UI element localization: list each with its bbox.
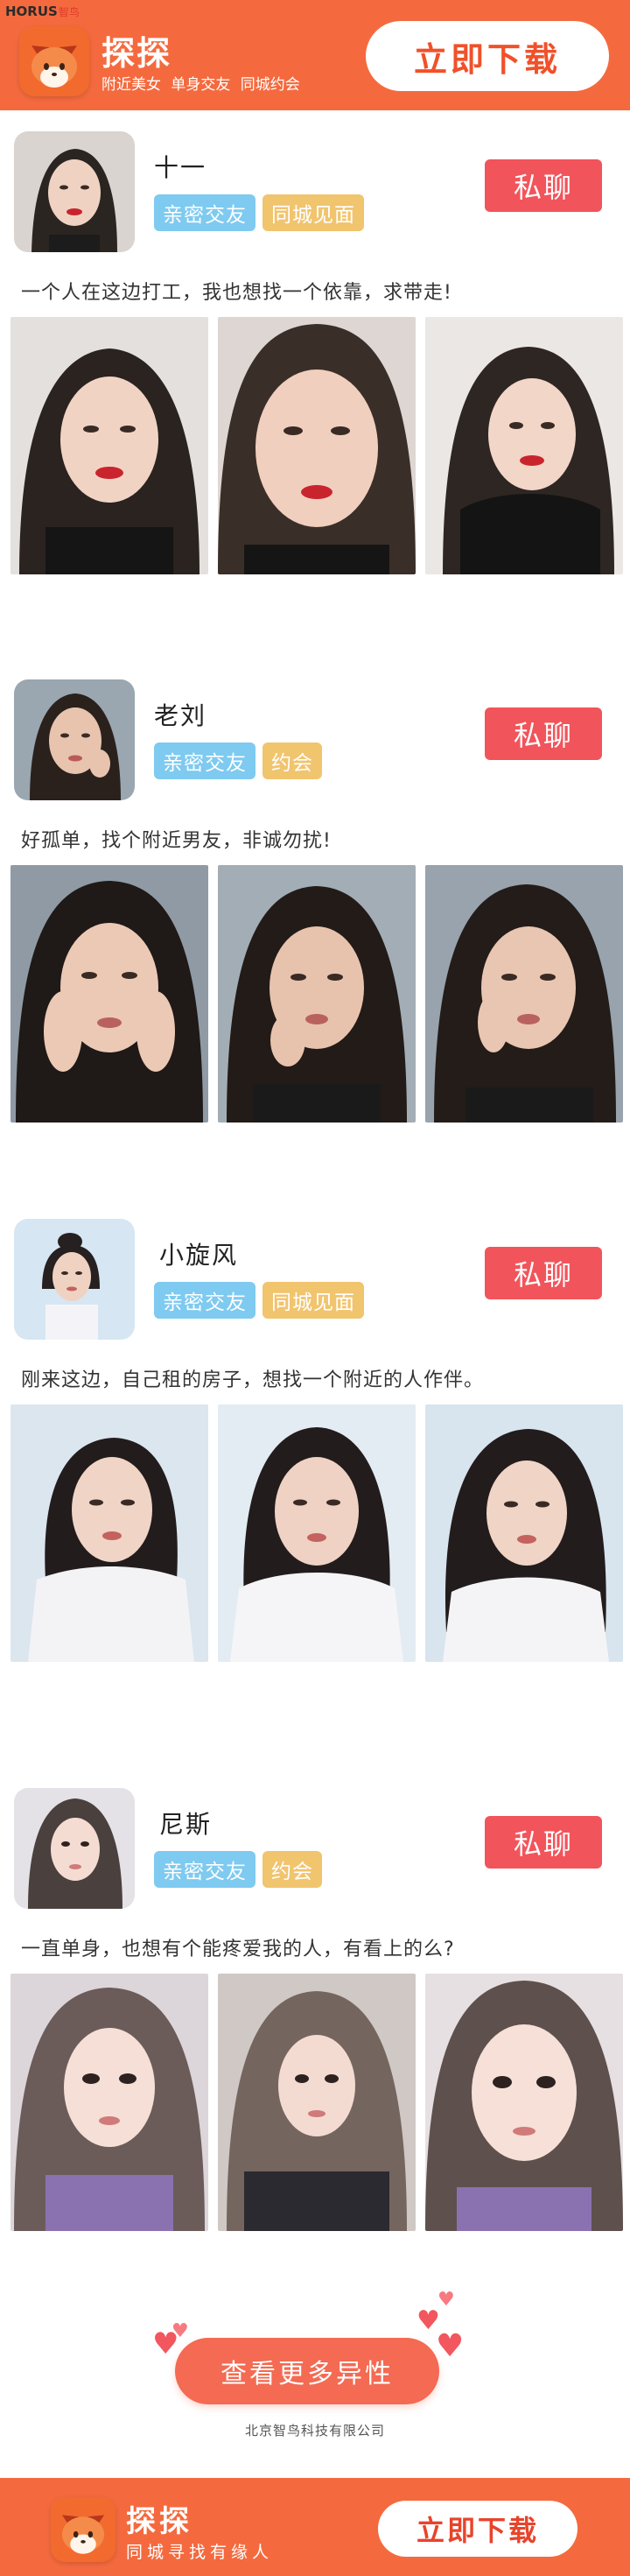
photo-row [10,1974,623,2231]
photo-row [10,317,623,574]
download-button[interactable]: 立即下载 [366,21,609,91]
private-chat-button[interactable]: 私聊 [485,159,602,212]
profile-card: 小旋风 亲密交友 同城见面 私聊 刚来这边，自己租的房子，想找一个附近的人作伴。 [0,1219,630,1674]
profile-photo[interactable] [10,1404,208,1662]
profile-photo[interactable] [218,317,416,574]
photo-row [10,865,623,1123]
profile-card: 尼斯 亲密交友 约会 私聊 一直单身，也想有个能疼爱我的人，有看上的么? [0,1788,630,2243]
watermark-brand: HORUS [5,4,58,19]
watermark: HORUS智鸟 [5,4,80,19]
avatar[interactable] [14,1788,135,1909]
watermark-sub: 智鸟 [58,6,80,18]
view-more-button[interactable]: 查看更多异性 [175,2338,439,2404]
heart-icon: ♥ [438,2289,455,2311]
profile-photo[interactable] [10,317,208,574]
profile-bio: 好孤单，找个附近男友，非诚勿扰! [21,830,332,852]
company-name: 北京智鸟科技有限公司 [244,2423,385,2439]
tag-list: 亲密交友 约会 [154,743,322,779]
tag: 亲密交友 [154,194,256,231]
app-title: 探探 [102,34,172,73]
profile-photo[interactable] [10,865,208,1123]
profile-photo[interactable] [425,1974,623,2231]
tag: 亲密交友 [154,743,256,779]
profile-card: 老刘 亲密交友 约会 私聊 好孤单，找个附近男友，非诚勿扰! [0,679,630,1135]
tag: 同城见面 [262,1282,364,1319]
tag: 约会 [262,743,322,779]
private-chat-button[interactable]: 私聊 [485,707,602,760]
profile-bio: 一直单身，也想有个能疼爱我的人，有看上的么? [21,1939,455,1960]
avatar[interactable] [14,679,135,800]
bottom-banner: 探探 同城寻找有缘人 立即下载 [0,2478,630,2576]
private-chat-button[interactable]: 私聊 [485,1816,602,1869]
profile-photo[interactable] [10,1974,208,2231]
profile-card: 十一 亲密交友 同城见面 私聊 一个人在这边打工，我也想找一个依靠，求带走! [0,131,630,587]
profile-bio: 一个人在这边打工，我也想找一个依靠，求带走! [21,282,452,304]
footer-app-title: 探探 [126,2504,192,2539]
profile-photo[interactable] [218,1404,416,1662]
profile-name: 小旋风 [159,1241,239,1270]
footer-download-button[interactable]: 立即下载 [378,2501,578,2557]
footer-tagline: 同城寻找有缘人 [126,2543,274,2562]
profile-photo[interactable] [218,1974,416,2231]
tag: 约会 [262,1851,322,1888]
profile-bio: 刚来这边，自己租的房子，想找一个附近的人作伴。 [21,1369,485,1391]
profile-name: 尼斯 [159,1810,213,1839]
tag: 同城见面 [262,194,364,231]
tag: 亲密交友 [154,1851,256,1888]
fox-app-icon [19,26,89,96]
profile-name: 老刘 [154,701,207,730]
tag-list: 亲密交友 同城见面 [154,1282,364,1319]
avatar[interactable] [14,1219,135,1340]
app-tagline: 附近美女 单身交友 同城约会 [102,76,300,94]
photo-row [10,1404,623,1662]
profile-photo[interactable] [425,317,623,574]
profile-photo[interactable] [425,865,623,1123]
heart-icon: ♥ [172,2320,189,2342]
heart-icon: ♥ [436,2328,465,2364]
tag-list: 亲密交友 同城见面 [154,194,364,231]
profile-name: 十一 [154,153,207,182]
fox-app-icon [51,2497,116,2562]
private-chat-button[interactable]: 私聊 [485,1247,602,1299]
profile-photo[interactable] [218,865,416,1123]
profile-photo[interactable] [425,1404,623,1662]
top-banner: HORUS智鸟 探探 附近美女 单身交友 同城约会 立即下载 [0,0,630,110]
avatar[interactable] [14,131,135,252]
tag: 亲密交友 [154,1282,256,1319]
tag-list: 亲密交友 约会 [154,1851,322,1888]
